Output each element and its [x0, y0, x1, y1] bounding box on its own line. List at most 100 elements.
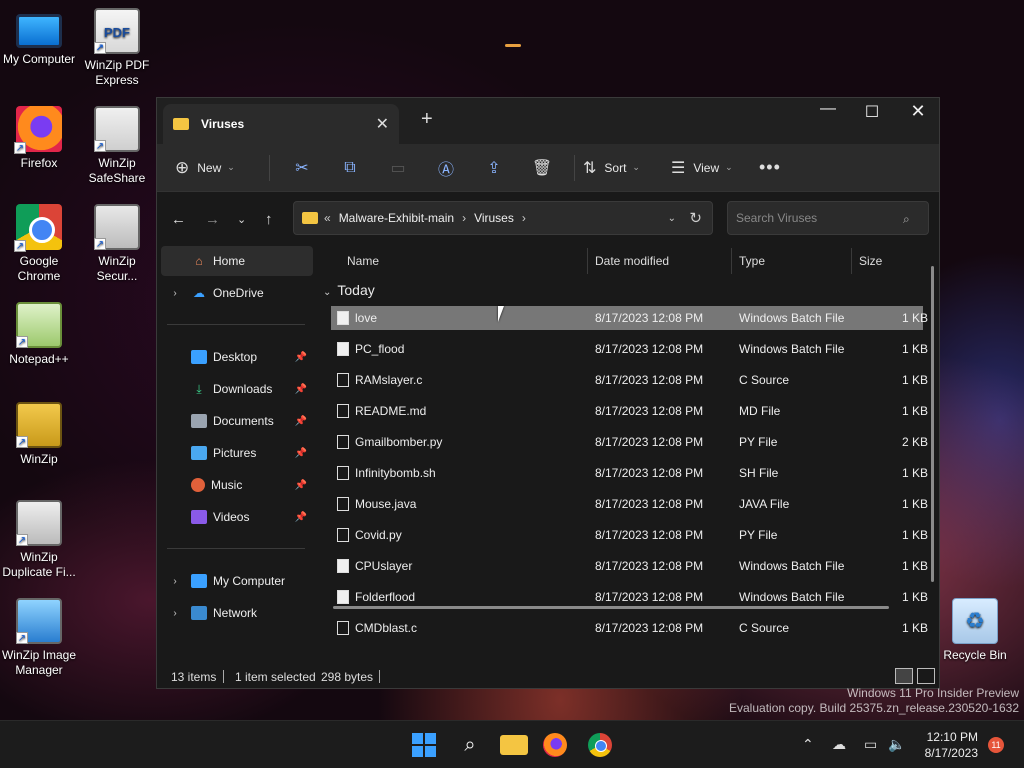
clock[interactable]: 12:10 PM 8/17/2023 — [912, 729, 978, 761]
file-explorer-icon[interactable] — [500, 735, 528, 755]
file-row[interactable]: Covid.py 8/17/2023 12:08 PM PY File 1 KB — [331, 523, 928, 547]
horizontal-scrollbar[interactable] — [333, 606, 889, 609]
file-date-modified: 8/17/2023 12:08 PM — [595, 373, 704, 387]
onedrive-icon: ☁ — [193, 286, 205, 300]
file-row[interactable]: README.md 8/17/2023 12:08 PM MD File 1 KB — [331, 399, 928, 423]
desktop-icon-recycle-bin[interactable]: ♻ Recycle Bin — [936, 598, 1014, 663]
sidebar-item-desktop[interactable]: Desktop 📌 — [161, 342, 313, 372]
volume-icon[interactable]: 🔈 — [888, 736, 905, 753]
cut-button[interactable]: ✂ — [278, 158, 326, 178]
file-size: 2 KB — [902, 435, 929, 449]
delete-button[interactable]: 🗑 — [518, 158, 566, 178]
address-dropdown-icon[interactable]: ⌄ — [668, 213, 676, 224]
address-bar[interactable]: « Malware-Exhibit-main › Viruses › ⌄ ↻ — [293, 201, 713, 235]
title-bar[interactable]: Viruses ✕ + — ☐ ✕ — [157, 98, 939, 144]
desktop-icon-notepadpp[interactable]: ↗ Notepad++ — [0, 302, 78, 367]
more-options-button[interactable]: ••• — [759, 157, 799, 178]
search-input[interactable] — [727, 201, 929, 235]
view-button[interactable]: ☰ View ⌄ — [671, 158, 759, 178]
firefox-icon[interactable] — [543, 733, 567, 757]
file-row[interactable]: RAMslayer.c 8/17/2023 12:08 PM C Source 1 K… — [331, 368, 928, 392]
cloud-offline-icon[interactable]: ☁ — [832, 736, 846, 753]
breadcrumb-malware-exhibit-main[interactable]: Malware-Exhibit-main — [339, 211, 454, 225]
show-hidden-icons-chevron-icon[interactable]: ⌃ — [802, 736, 814, 753]
sidebar-item-network[interactable]: › Network — [161, 598, 313, 628]
file-row[interactable]: CPUslayer 8/17/2023 12:08 PM Windows Batch… — [331, 554, 928, 578]
file-date-modified: 8/17/2023 12:08 PM — [595, 435, 704, 449]
sidebar-item-music[interactable]: Music 📌 — [161, 470, 313, 500]
desktop-icon-chrome[interactable]: ↗ Google Chrome — [0, 204, 78, 284]
sidebar-item-downloads[interactable]: ⤓ Downloads 📌 — [161, 374, 313, 404]
file-row[interactable]: Mouse.java 8/17/2023 12:08 PM JAVA File 1 K… — [331, 492, 928, 516]
file-row[interactable]: Gmailbomber.py 8/17/2023 12:08 PM PY File 2… — [331, 430, 928, 454]
pin-icon[interactable]: 📌 — [295, 512, 307, 523]
pin-icon[interactable]: 📌 — [295, 448, 307, 459]
desktop-icon-winzip-secure[interactable]: ↗ WinZip Secur... — [78, 204, 156, 284]
column-divider[interactable] — [587, 248, 588, 274]
overflow-chevron-icon[interactable]: « — [324, 211, 331, 225]
maximize-button[interactable]: ☐ — [849, 102, 895, 122]
pin-icon[interactable]: 📌 — [295, 416, 307, 427]
column-header-size[interactable]: Size — [859, 254, 882, 268]
pin-icon[interactable]: 📌 — [295, 480, 307, 491]
paste-button[interactable]: ▭ — [374, 158, 422, 178]
network-icon[interactable]: ▭ — [864, 736, 877, 753]
desktop-icon-winzip-image[interactable]: ↗ WinZip Image Manager — [0, 598, 78, 678]
sidebar-item-onedrive[interactable]: › ☁ OneDrive — [161, 278, 313, 308]
toolbar-divider — [574, 154, 575, 181]
column-header-date[interactable]: Date modified — [595, 254, 669, 268]
back-arrow-icon[interactable]: ← — [171, 211, 186, 228]
tab-viruses[interactable]: Viruses ✕ — [163, 104, 399, 144]
file-size: 1 KB — [902, 559, 929, 573]
sidebar-item-home[interactable]: ⌂ Home — [161, 246, 313, 276]
expand-chevron-icon[interactable]: › — [163, 608, 187, 619]
details-view-icon[interactable] — [895, 668, 913, 684]
breadcrumb-viruses[interactable]: Viruses — [474, 211, 514, 225]
column-divider[interactable] — [851, 248, 852, 274]
close-window-button[interactable]: ✕ — [895, 101, 941, 122]
desktop-icon-winzip-pdf[interactable]: PDF ↗ WinZip PDF Express — [78, 8, 156, 88]
pin-icon[interactable]: 📌 — [295, 352, 307, 363]
file-type: Windows Batch File — [739, 559, 845, 573]
tiles-view-icon[interactable] — [917, 668, 935, 684]
column-header-name[interactable]: Name — [347, 254, 379, 268]
column-header-type[interactable]: Type — [739, 254, 765, 268]
group-header-today[interactable]: ⌄ Today — [323, 282, 375, 298]
sidebar-item-pictures[interactable]: Pictures 📌 — [161, 438, 313, 468]
file-row[interactable]: CMDblast.c 8/17/2023 12:08 PM C Source 1 KB — [331, 616, 928, 640]
up-arrow-icon[interactable]: ↑ — [265, 211, 273, 228]
sidebar-item-videos[interactable]: Videos 📌 — [161, 502, 313, 532]
copy-button[interactable]: ⧉ — [326, 159, 374, 177]
share-button[interactable]: ⇪ — [470, 158, 518, 178]
expand-chevron-icon[interactable]: › — [163, 288, 187, 299]
desktop-icon-winzip-duplicate[interactable]: ↗ WinZip Duplicate Fi... — [0, 500, 78, 580]
refresh-icon[interactable]: ↻ — [689, 209, 702, 227]
minimize-button[interactable]: — — [805, 100, 851, 118]
new-tab-button[interactable]: + — [421, 108, 433, 131]
pin-icon[interactable]: 📌 — [295, 384, 307, 395]
pictures-icon — [191, 446, 207, 460]
vertical-scrollbar[interactable] — [931, 266, 934, 582]
chrome-icon[interactable] — [588, 733, 612, 757]
breadcrumb-chevron-icon: › — [521, 211, 526, 225]
file-row[interactable]: love 8/17/2023 12:08 PM Windows Batch File… — [331, 306, 928, 330]
rename-button[interactable]: Ⓐ — [422, 156, 470, 180]
recent-locations-chevron-icon[interactable]: ⌄ — [237, 213, 246, 226]
sidebar-item-my-computer[interactable]: › My Computer — [161, 566, 313, 596]
start-button[interactable] — [412, 733, 436, 757]
desktop-icon-winzip-safeshare[interactable]: ↗ WinZip SafeShare — [78, 106, 156, 186]
forward-arrow-icon[interactable]: → — [205, 211, 220, 228]
desktop-icon-winzip[interactable]: ↗ WinZip — [0, 402, 78, 467]
sort-button[interactable]: ⇅ Sort ⌄ — [583, 158, 671, 178]
file-row[interactable]: PC_flood 8/17/2023 12:08 PM Windows Batch … — [331, 337, 928, 361]
file-row[interactable]: Infinitybomb.sh 8/17/2023 12:08 PM SH File… — [331, 461, 928, 485]
search-icon[interactable]: ⌕ — [456, 731, 484, 759]
new-button[interactable]: ⊕ New ⌄ — [175, 158, 261, 178]
notification-badge[interactable]: 11 — [988, 737, 1004, 753]
close-tab-icon[interactable]: ✕ — [376, 114, 389, 134]
sidebar-item-documents[interactable]: Documents 📌 — [161, 406, 313, 436]
desktop-icon-firefox[interactable]: ↗ Firefox — [0, 106, 78, 171]
column-divider[interactable] — [731, 248, 732, 274]
desktop-icon-my-computer[interactable]: My Computer — [0, 8, 78, 67]
expand-chevron-icon[interactable]: › — [163, 576, 187, 587]
